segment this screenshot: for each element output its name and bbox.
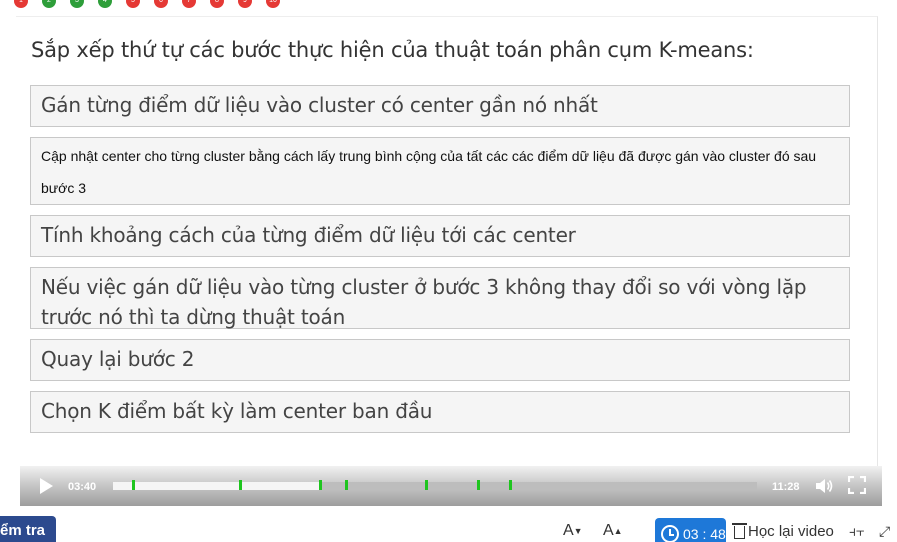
video-marker-2 bbox=[238, 480, 242, 490]
video-seek-fill bbox=[113, 482, 320, 490]
font-decrease-label: A bbox=[563, 522, 574, 539]
sortable-option-1[interactable]: Gán từng điểm dữ liệu vào cluster có cen… bbox=[30, 85, 850, 127]
progress-dot-7[interactable]: 7 bbox=[182, 0, 196, 8]
progress-dot-2[interactable]: 2 bbox=[42, 0, 56, 8]
progress-dot-8[interactable]: 8 bbox=[210, 0, 224, 8]
trash-icon bbox=[732, 523, 747, 539]
progress-dot-5[interactable]: 5 bbox=[126, 0, 140, 8]
video-seek-bar[interactable] bbox=[113, 480, 757, 490]
sortable-option-6[interactable]: Chọn K điểm bất kỳ làm center ban đầu bbox=[30, 391, 850, 433]
fullscreen-icon[interactable] bbox=[848, 476, 866, 494]
progress-dot-4[interactable]: 4 bbox=[98, 0, 112, 8]
font-decrease-button[interactable]: A▼ bbox=[563, 522, 583, 540]
split-view-icon[interactable]: ⫞⫟ bbox=[849, 524, 864, 540]
video-marker-5 bbox=[425, 480, 429, 490]
sortable-option-2[interactable]: Cập nhật center cho từng cluster bằng cá… bbox=[30, 137, 850, 205]
timer-value: 03 : 48 bbox=[683, 526, 726, 542]
video-marker-4 bbox=[344, 480, 348, 490]
expand-icon[interactable]: ⤢ bbox=[879, 524, 890, 540]
countdown-timer: 03 : 48 bbox=[655, 518, 726, 542]
video-current-time: 03:40 bbox=[68, 481, 97, 493]
sortable-option-5[interactable]: Quay lại bước 2 bbox=[30, 339, 850, 381]
relearn-video-button[interactable]: Học lại video bbox=[732, 523, 834, 540]
font-increase-label: A bbox=[603, 522, 614, 539]
video-control-bar: 03:40 11:28 bbox=[20, 466, 882, 506]
progress-dot-3[interactable]: 3 bbox=[70, 0, 84, 8]
video-marker-3 bbox=[319, 480, 323, 490]
video-duration: 11:28 bbox=[772, 481, 800, 493]
caret-down-icon: ▼ bbox=[573, 525, 583, 536]
quiz-page: 1 2 3 4 5 6 7 8 9 10 Sắp xếp thứ tự các … bbox=[0, 0, 897, 542]
font-increase-button[interactable]: A▲ bbox=[603, 522, 623, 540]
progress-dot-10[interactable]: 10 bbox=[266, 0, 280, 8]
caret-up-icon: ▲ bbox=[613, 525, 623, 536]
relearn-video-label: Học lại video bbox=[748, 523, 834, 540]
question-text: Sắp xếp thứ tự các bước thực hiện của th… bbox=[31, 38, 754, 62]
progress-dot-1[interactable]: 1 bbox=[14, 0, 28, 8]
question-progress-dots: 1 2 3 4 5 6 7 8 9 10 bbox=[14, 0, 294, 8]
clock-icon bbox=[661, 525, 679, 542]
play-icon[interactable] bbox=[40, 478, 53, 494]
video-marker-7 bbox=[509, 480, 513, 490]
volume-icon[interactable] bbox=[816, 478, 834, 494]
sortable-option-4[interactable]: Nếu việc gán dữ liệu vào từng cluster ở … bbox=[30, 267, 850, 329]
sortable-option-3[interactable]: Tính khoảng cách của từng điểm dữ liệu t… bbox=[30, 215, 850, 257]
progress-dot-6[interactable]: 6 bbox=[154, 0, 168, 8]
video-marker-6 bbox=[476, 480, 480, 490]
check-answer-button[interactable]: ểm tra bbox=[0, 516, 56, 542]
progress-dot-9[interactable]: 9 bbox=[238, 0, 252, 8]
video-marker-1 bbox=[132, 480, 136, 490]
